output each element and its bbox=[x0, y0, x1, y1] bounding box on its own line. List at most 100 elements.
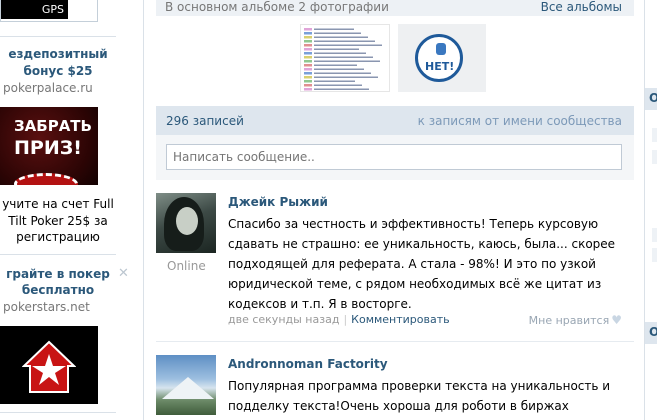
thumbnail-row-text bbox=[314, 52, 366, 54]
post-time[interactable]: две секунды назад bbox=[228, 313, 339, 326]
post-meta: две секунды назад | Комментировать bbox=[228, 313, 450, 326]
wall-post-form bbox=[156, 135, 634, 180]
thumbnail-row-text bbox=[314, 48, 359, 50]
thumbnail-row-text bbox=[314, 88, 369, 90]
ad2-image-line2: ПРИЗ! bbox=[14, 137, 82, 159]
screenshot-thumbnail bbox=[304, 28, 382, 91]
post-author[interactable]: Andronnoman Factority bbox=[228, 357, 388, 371]
avatar[interactable] bbox=[156, 193, 216, 253]
ad2-image[interactable]: ЗАБРАТЬ ПРИЗ! bbox=[0, 107, 98, 185]
all-albums-link[interactable]: Все альбомы bbox=[541, 0, 622, 14]
close-icon[interactable]: ✕ bbox=[118, 266, 129, 281]
post-text-line: кодексов и т.п. Я в восторге. bbox=[228, 297, 412, 311]
ads-column: GPS езд​епозитный бонус $25 pokerpalace.… bbox=[0, 0, 118, 420]
ad1-domain: pokerpalace.ru bbox=[3, 81, 93, 95]
mountain-icon bbox=[162, 377, 214, 399]
thumbnail-row-marker bbox=[304, 76, 312, 79]
album-count: В основном альбоме 2 фотографии bbox=[165, 0, 389, 14]
right-box-label: О bbox=[649, 91, 657, 105]
right-box-header[interactable]: О bbox=[645, 88, 657, 110]
thumbnail-row-text bbox=[314, 64, 357, 66]
ad-top-button[interactable]: GPS bbox=[0, 0, 98, 22]
divider bbox=[0, 412, 116, 413]
thumbnail-row-marker bbox=[304, 32, 312, 35]
wall-header: 296 записей к записям от имени сообществ… bbox=[156, 106, 634, 135]
post-text-line: Спасибо за честность и эффективность! Те… bbox=[228, 217, 599, 231]
right-box-header[interactable]: О bbox=[645, 322, 657, 344]
post-text-line: юридической теме, с рядом необходимых вс… bbox=[228, 277, 602, 291]
ad1-title-line2[interactable]: бонус $25 bbox=[0, 63, 116, 79]
post-text-line: сдавать не страшно: ее уникальность, каю… bbox=[228, 237, 616, 251]
post-divider bbox=[156, 341, 634, 342]
wall-post: Online Джейк Рыжий Спасибо за честность … bbox=[156, 193, 634, 333]
thumbnail-row-text bbox=[314, 28, 354, 30]
thumbnail-row-marker bbox=[304, 88, 312, 91]
avatar-face bbox=[176, 207, 198, 235]
ad3-image[interactable] bbox=[0, 326, 98, 404]
thumbnail-row-marker bbox=[304, 84, 312, 87]
logo-dot bbox=[436, 43, 446, 55]
comment-link[interactable]: Комментировать bbox=[351, 313, 449, 326]
ad2-text-line2[interactable]: Tilt Poker 25$ за bbox=[0, 213, 116, 229]
thumbnail-row-marker bbox=[304, 64, 312, 67]
meta-separator: | bbox=[343, 313, 348, 326]
thumbnail-row-marker bbox=[304, 72, 312, 75]
post-text-line: подходящей для реферата. А стала - 98%! … bbox=[228, 257, 596, 271]
heart-icon: ♥ bbox=[611, 313, 622, 327]
thumbnail-row-marker bbox=[304, 52, 312, 55]
album-photo-2[interactable]: НЕТ! bbox=[398, 24, 486, 92]
thumbnail-row-marker bbox=[304, 44, 312, 47]
post-author[interactable]: Джейк Рыжий bbox=[228, 195, 328, 209]
like-label: Мне нравится bbox=[528, 314, 610, 327]
right-box-label: О bbox=[649, 325, 657, 339]
thumbnail-row-text bbox=[314, 84, 362, 86]
post-message-input[interactable] bbox=[166, 144, 622, 170]
right-tab[interactable] bbox=[652, 228, 657, 242]
right-tab[interactable] bbox=[652, 150, 657, 164]
thumbnail-row-text bbox=[314, 60, 380, 62]
avatar[interactable] bbox=[156, 355, 216, 415]
divider bbox=[0, 254, 116, 255]
right-tab[interactable] bbox=[652, 248, 657, 262]
gps-label: GPS bbox=[1, 0, 68, 19]
ad3-title-line2[interactable]: бесплатно bbox=[0, 282, 116, 298]
thumbnail-row-marker bbox=[304, 36, 312, 39]
ad2-text-line3[interactable]: регистрацию bbox=[0, 229, 116, 245]
wall-count[interactable]: 296 записей bbox=[166, 114, 244, 128]
main-border bbox=[143, 0, 144, 420]
thumbnail-row-marker bbox=[304, 56, 312, 59]
net-logo-icon: НЕТ! bbox=[415, 34, 463, 82]
thumbnail-row-text bbox=[314, 72, 371, 74]
thumbnail-row-text bbox=[314, 32, 361, 34]
thumbnail-row-marker bbox=[304, 48, 312, 51]
ad3-domain: pokerstars.net bbox=[3, 300, 90, 314]
thumbnail-row-marker bbox=[304, 40, 312, 43]
ad2-text-line1[interactable]: учите на счет Full bbox=[0, 196, 116, 212]
thumbnail-row-text bbox=[314, 76, 378, 78]
thumbnail-row-text bbox=[314, 40, 375, 42]
ad1-title-line1[interactable]: езд​епозитный bbox=[0, 46, 116, 62]
post-text-line: подделку текста!Очень хороша для роботи … bbox=[228, 399, 569, 413]
thumbnail-row-marker bbox=[304, 80, 312, 83]
thumbnail-row-marker bbox=[304, 68, 312, 71]
page: GPS езд​епозитный бонус $25 pokerpalace.… bbox=[0, 0, 657, 420]
like-button[interactable]: Мне нравится ♥ bbox=[529, 313, 622, 327]
album-photo-1[interactable] bbox=[300, 24, 390, 92]
thumbnail-row-text bbox=[314, 56, 373, 58]
thumbnail-row-marker bbox=[304, 28, 312, 31]
ad2-image-line1: ЗАБРАТЬ bbox=[14, 117, 92, 135]
thumbnail-row-text bbox=[314, 44, 382, 46]
thumbnail-row-text bbox=[314, 36, 368, 38]
post-text-line: Популярная программа проверки текста на … bbox=[228, 379, 611, 393]
online-status: Online bbox=[167, 259, 206, 273]
divider bbox=[0, 36, 116, 37]
thumbnail-row-marker bbox=[304, 60, 312, 63]
pokerstars-logo-icon bbox=[22, 340, 76, 393]
ad3-title-line1[interactable]: грайте в покер bbox=[0, 266, 116, 282]
right-column: О О bbox=[645, 0, 657, 420]
poker-chip-icon bbox=[14, 173, 78, 185]
community-posts-link[interactable]: к записям от имени сообщества bbox=[418, 114, 622, 128]
net-label: НЕТ! bbox=[425, 60, 455, 73]
right-tab[interactable] bbox=[652, 128, 657, 142]
thumbnail-row-text bbox=[314, 80, 355, 82]
